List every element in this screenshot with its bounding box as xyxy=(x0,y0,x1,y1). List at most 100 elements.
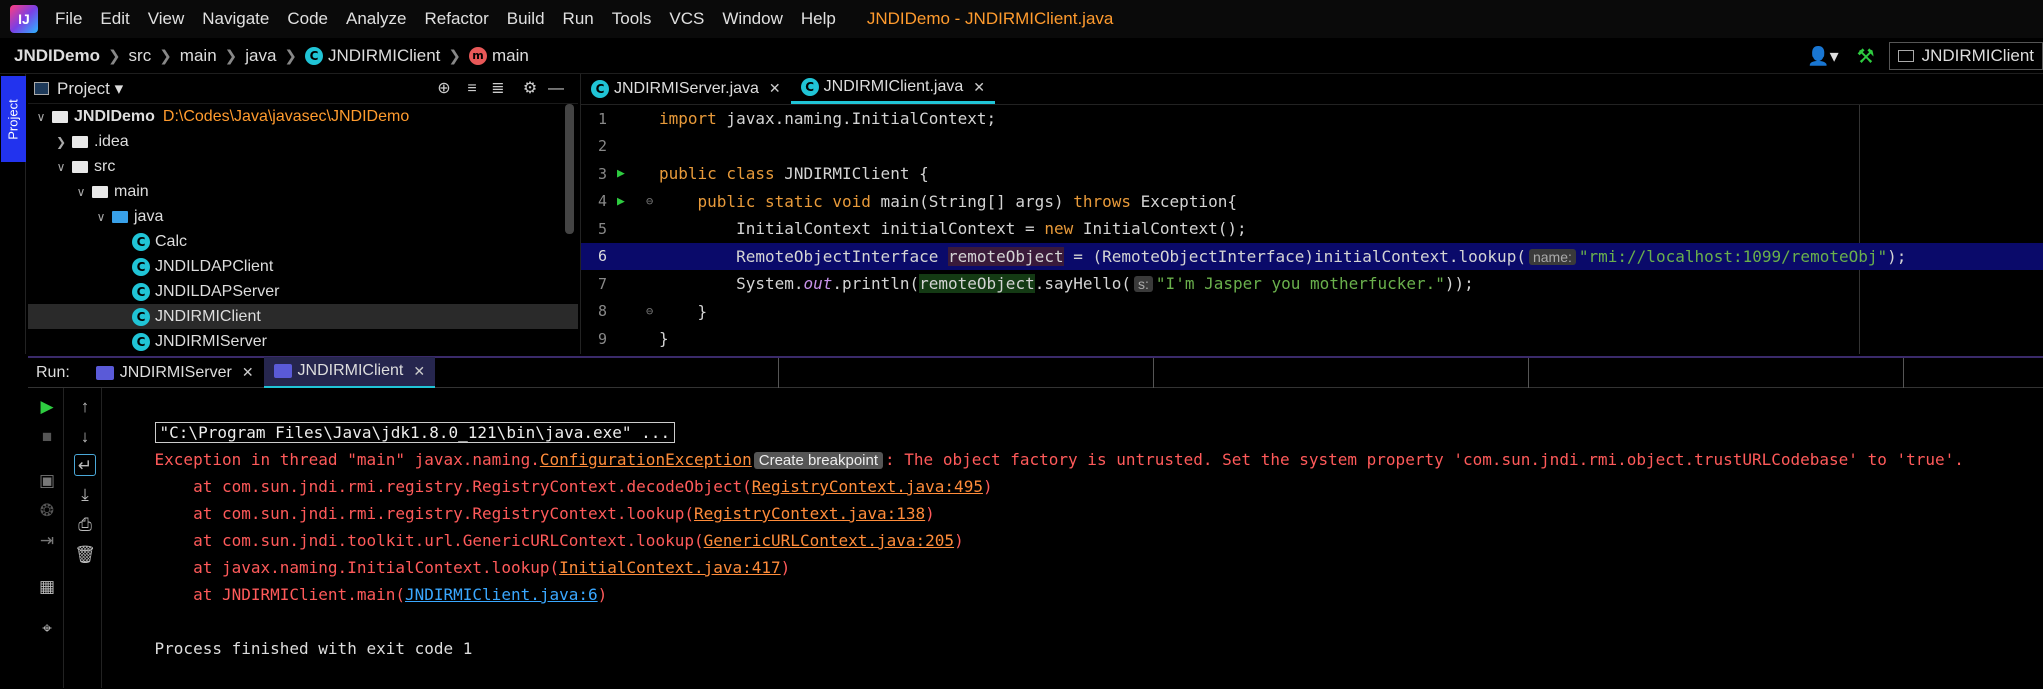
run-gutter-icon[interactable]: ▶ xyxy=(617,194,625,209)
code-line: 7 System.out.println(remoteObject.sayHel… xyxy=(581,270,2043,298)
menu-analyze[interactable]: Analyze xyxy=(337,0,415,38)
line-number: 2 xyxy=(597,137,607,156)
close-icon[interactable]: ✕ xyxy=(973,79,985,96)
class-icon: C xyxy=(132,332,150,351)
menu-vcs[interactable]: VCS xyxy=(660,0,713,38)
crumb-project[interactable]: JNDIDemo xyxy=(14,46,100,66)
menu-window[interactable]: Window xyxy=(713,0,791,38)
run-label: Run: xyxy=(36,363,70,381)
build-hammer-icon[interactable]: ⚒ xyxy=(1857,44,1875,69)
run-gutter-icon[interactable]: ▶ xyxy=(617,166,625,181)
crumb-method[interactable]: m main xyxy=(468,46,529,66)
console-exception-line: Exception in thread "main" javax.naming.… xyxy=(116,419,1964,469)
stop-icon[interactable]: ■ xyxy=(36,426,58,448)
stack-source-link[interactable]: JNDIRMIClient.java:6 xyxy=(405,585,598,604)
tab-jndirmiclient[interactable]: C JNDIRMIClient.java ✕ xyxy=(790,73,995,104)
minimize-icon[interactable]: — xyxy=(546,79,566,99)
line-number: 3 xyxy=(597,164,607,183)
fold-icon[interactable]: ⊖ xyxy=(646,304,653,318)
camera-icon[interactable]: ▣ xyxy=(36,470,58,492)
user-icon[interactable]: 👤▾ xyxy=(1807,46,1838,67)
pin-icon[interactable]: ⌖ xyxy=(36,618,58,640)
stack-frame: at com.sun.jndi.rmi.registry.RegistryCon… xyxy=(116,446,993,496)
debug-icon[interactable]: ❂ xyxy=(36,500,58,522)
tree-item-root[interactable]: ∨ JNDIDemo D:\Codes\Java\javasec\JNDIDem… xyxy=(28,104,578,129)
exception-message: : The object factory is untrusted. Set t… xyxy=(885,450,1964,469)
soft-wrap-icon[interactable]: ↵ xyxy=(74,454,96,476)
tab-jndirmiserver[interactable]: C JNDIRMIServer.java ✕ xyxy=(581,73,791,104)
project-view-dropdown[interactable]: Project ▾ xyxy=(57,79,123,99)
close-icon[interactable]: ✕ xyxy=(769,80,781,97)
divider xyxy=(1903,358,1904,390)
down-arrow-icon[interactable]: ↓ xyxy=(74,426,96,448)
menu-edit[interactable]: Edit xyxy=(91,0,138,38)
tree-item-jndildapclient[interactable]: C JNDILDAPClient xyxy=(28,254,578,279)
crumb-src[interactable]: src xyxy=(129,46,152,66)
close-icon[interactable]: ✕ xyxy=(413,363,425,380)
tree-item-idea[interactable]: ❯ .idea xyxy=(28,129,578,154)
code-line: 1 import javax.naming.InitialContext; xyxy=(581,105,2043,133)
tree-item-calc[interactable]: C Calc xyxy=(28,229,578,254)
menu-run[interactable]: Run xyxy=(554,0,603,38)
code-text: } xyxy=(659,329,669,349)
menu-help[interactable]: Help xyxy=(792,0,845,38)
tree-item-jndirmiserver[interactable]: C JNDIRMIServer xyxy=(28,329,578,354)
up-arrow-icon[interactable]: ↑ xyxy=(74,396,96,418)
tree-item-jndildapserver[interactable]: C JNDILDAPServer xyxy=(28,279,578,304)
tree-item-label: .idea xyxy=(94,132,129,150)
tree-item-label: JNDIRMIServer xyxy=(155,332,268,350)
method-icon: m xyxy=(468,46,487,65)
project-panel: Project ▾ ⊕ ≡ ≣ ⚙ — ∨ JNDIDemo D:\Codes\… xyxy=(28,74,578,354)
keyword: new xyxy=(1044,219,1074,239)
project-tree: ∨ JNDIDemo D:\Codes\Java\javasec\JNDIDem… xyxy=(28,104,578,354)
fold-icon[interactable]: ⊖ xyxy=(646,194,653,208)
menu-view[interactable]: View xyxy=(139,0,194,38)
exit-text: Process finished with exit code 1 xyxy=(154,639,473,658)
run-tab-jndirmiclient[interactable]: JNDIRMIClient ✕ xyxy=(263,356,436,389)
close-icon[interactable]: ✕ xyxy=(242,364,254,381)
menu-code[interactable]: Code xyxy=(278,0,337,38)
project-tool-tab[interactable]: Project xyxy=(1,76,26,162)
class-icon: C xyxy=(305,46,323,65)
code-line: 9 } xyxy=(581,325,2043,353)
run-config-selector[interactable]: JNDIRMIClient xyxy=(1888,42,2043,70)
line-number: 8 xyxy=(597,302,607,321)
collapse-all-icon[interactable]: ≣ xyxy=(488,79,508,99)
tree-item-main[interactable]: ∨ main xyxy=(28,179,578,204)
gear-icon[interactable]: ⚙ xyxy=(520,79,540,99)
exit-icon[interactable]: ⇥ xyxy=(36,530,58,552)
code-area[interactable]: 1 import javax.naming.InitialContext; 2 … xyxy=(581,105,2043,354)
crumb-java[interactable]: java xyxy=(245,46,276,66)
stack-frame: at com.sun.jndi.toolkit.url.GenericURLCo… xyxy=(116,500,964,550)
locate-file-icon[interactable]: ⊕ xyxy=(434,79,454,99)
keyword: public static void xyxy=(697,191,871,211)
menu-tools[interactable]: Tools xyxy=(603,0,661,38)
code-line-current: 6 RemoteObjectInterface remoteObject = (… xyxy=(581,242,2043,270)
tab-label: JNDIRMIClient.java xyxy=(823,78,964,95)
menu-file[interactable]: File xyxy=(46,0,91,38)
stack-frame: at javax.naming.InitialContext.lookup(In… xyxy=(116,527,790,577)
scroll-to-end-icon[interactable]: ⤓ xyxy=(74,484,96,506)
folder-icon xyxy=(72,160,88,173)
tree-item-label: Calc xyxy=(155,232,188,250)
tree-item-java[interactable]: ∨ java xyxy=(28,204,578,229)
run-tab-jndirmiserver[interactable]: JNDIRMIServer ✕ xyxy=(86,357,264,389)
menu-build[interactable]: Build xyxy=(498,0,554,38)
crumb-main[interactable]: main xyxy=(180,46,217,66)
variable-highlight: remoteObject xyxy=(919,274,1035,294)
crumb-class[interactable]: C JNDIRMIClient xyxy=(305,46,440,66)
rerun-icon[interactable]: ▶ xyxy=(36,396,58,418)
code-text: Exception{ xyxy=(1131,191,1237,211)
expanded-arrow-icon: ∨ xyxy=(36,109,46,124)
print-icon[interactable]: ⎙ xyxy=(74,514,96,536)
layout-icon[interactable]: ▦ xyxy=(36,576,58,598)
expand-all-icon[interactable]: ≡ xyxy=(462,79,482,99)
menu-navigate[interactable]: Navigate xyxy=(193,0,278,38)
tree-item-src[interactable]: ∨ src xyxy=(28,154,578,179)
project-scrollbar[interactable] xyxy=(565,104,574,234)
console-output[interactable]: "C:\Program Files\Java\jdk1.8.0_121\bin\… xyxy=(104,388,2043,688)
trash-icon[interactable]: 🗑 xyxy=(74,544,96,566)
menu-refactor[interactable]: Refactor xyxy=(415,0,497,38)
tree-item-jndirmiclient[interactable]: C JNDIRMIClient xyxy=(28,304,578,329)
keyword: throws xyxy=(1073,191,1132,211)
